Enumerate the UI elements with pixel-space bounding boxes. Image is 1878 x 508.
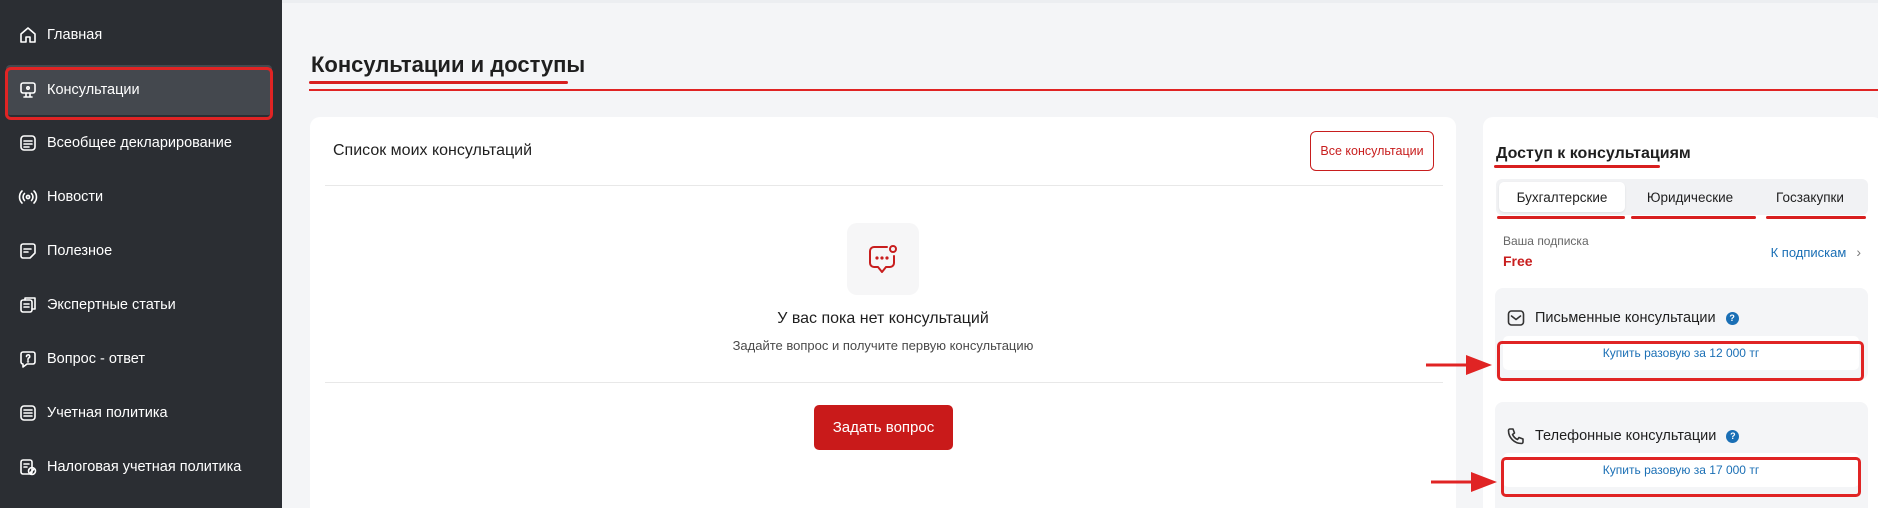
- sidebar: Главная Консультации Всеобщее деклариров…: [0, 0, 282, 508]
- sidebar-item-label: Новости: [47, 189, 104, 205]
- tab-underline-annotation: [1631, 216, 1756, 219]
- subscription-value: Free: [1503, 253, 1533, 269]
- tax-icon: [18, 457, 38, 477]
- divider: [325, 382, 1443, 383]
- block-title-label: Письменные консультации: [1535, 310, 1716, 326]
- note-icon: [18, 241, 38, 261]
- sidebar-item-label: Налоговая учетная политика: [47, 459, 242, 475]
- list-icon: [18, 403, 38, 423]
- tab-accounting[interactable]: Бухгалтерские: [1499, 182, 1625, 212]
- access-panel: Доступ к консультациям Бухгалтерские Юри…: [1483, 117, 1878, 508]
- question-icon: [18, 349, 38, 369]
- broadcast-icon: [18, 187, 38, 207]
- sidebar-item-expert-articles[interactable]: Экспертные статьи: [18, 287, 268, 323]
- sidebar-item-news[interactable]: Новости: [18, 179, 268, 215]
- sidebar-item-consultations[interactable]: Консультации: [6, 65, 272, 115]
- block-title-label: Телефонные консультации: [1535, 428, 1717, 444]
- tab-procurement[interactable]: Госзакупки: [1755, 182, 1865, 212]
- phone-consultations-title: Телефонные консультации ?: [1506, 426, 1740, 446]
- empty-chat-icon: [847, 223, 919, 295]
- sidebar-item-label: Учетная политика: [47, 405, 168, 421]
- written-consultations-block: Письменные консультации ? Купить разовую…: [1495, 288, 1868, 380]
- sidebar-item-label: Всеобщее декларирование: [47, 135, 232, 151]
- sidebar-item-home[interactable]: Главная: [18, 17, 268, 53]
- consultations-list-card: Список моих консультаций Все консультаци…: [310, 117, 1456, 508]
- card-title: Список моих консультаций: [333, 142, 533, 159]
- sidebar-item-label: Вопрос - ответ: [47, 351, 146, 367]
- sidebar-item-label: Полезное: [47, 243, 113, 259]
- empty-state-subtitle: Задайте вопрос и получите первую консуль…: [732, 338, 1034, 353]
- buy-written-button[interactable]: Купить разовую за 12 000 тг: [1503, 336, 1859, 370]
- phone-consultations-block: Телефонные консультации ? Купить разовую…: [1495, 402, 1868, 508]
- buy-phone-button[interactable]: Купить разовую за 17 000 тг: [1503, 453, 1859, 487]
- info-icon[interactable]: ?: [1725, 311, 1739, 325]
- envelope-icon: [1507, 310, 1525, 326]
- home-icon: [18, 25, 38, 45]
- sidebar-item-label: Консультации: [47, 82, 140, 98]
- sidebar-item-label: Экспертные статьи: [47, 297, 176, 313]
- page-title: Консультации и доступы: [311, 52, 586, 77]
- sidebar-item-qa[interactable]: Вопрос - ответ: [18, 341, 268, 377]
- top-strip: [282, 0, 1878, 3]
- sidebar-item-declaration[interactable]: Всеобщее декларирование: [18, 125, 268, 161]
- subscription-label: Ваша подписка: [1503, 234, 1589, 248]
- subscriptions-link-label: К подпискам: [1770, 244, 1847, 260]
- tab-underline-annotation: [1766, 216, 1866, 219]
- written-consultations-title: Письменные консультации ?: [1506, 308, 1739, 328]
- sidebar-item-tax-policy[interactable]: Налоговая учетная политика: [18, 449, 268, 485]
- all-consultations-button[interactable]: Все консультации: [1310, 131, 1434, 171]
- header-divider-annotation: [309, 89, 1878, 91]
- articles-icon: [18, 295, 38, 315]
- tab-bar: Бухгалтерские Юридические Госзакупки: [1496, 179, 1868, 215]
- divider: [325, 185, 1443, 186]
- chat-monitor-icon: [18, 80, 38, 100]
- title-underline-annotation: [309, 81, 568, 84]
- sidebar-item-label: Главная: [47, 27, 103, 43]
- ask-question-button[interactable]: Задать вопрос: [814, 405, 953, 450]
- sidebar-item-accounting-policy[interactable]: Учетная политика: [18, 395, 268, 431]
- chevron-right-icon: ›: [1856, 244, 1861, 260]
- document-icon: [18, 133, 38, 153]
- info-icon[interactable]: ?: [1726, 429, 1740, 443]
- tab-underline-annotation: [1497, 216, 1625, 219]
- sidebar-item-useful[interactable]: Полезное: [18, 233, 268, 269]
- tab-legal[interactable]: Юридические: [1628, 182, 1752, 212]
- phone-icon: [1507, 428, 1524, 445]
- title-underline-annotation: [1494, 165, 1660, 168]
- subscriptions-link[interactable]: К подпискам ›: [1771, 244, 1861, 260]
- access-title: Доступ к консультациям: [1496, 145, 1691, 162]
- empty-state-title: У вас пока нет консультаций: [777, 310, 989, 327]
